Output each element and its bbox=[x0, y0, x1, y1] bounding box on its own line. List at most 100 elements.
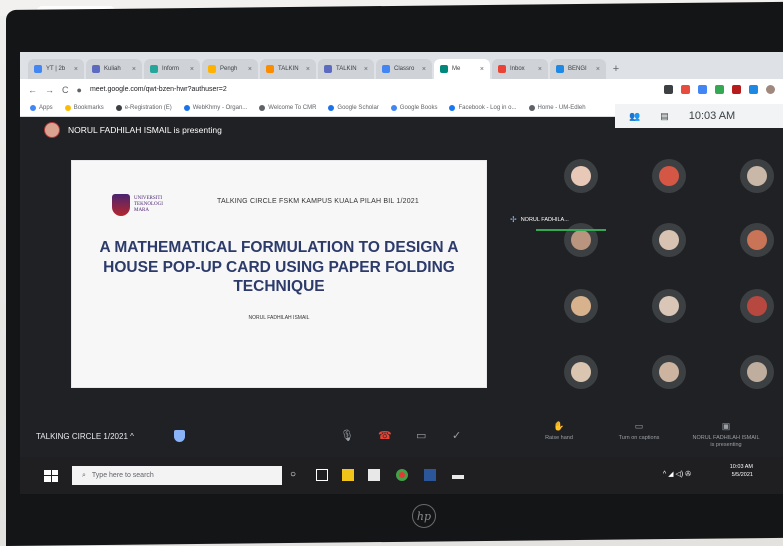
windows-taskbar: ⌕ Type here to search ○ ^ ◢ ◁) ✇ 10:03 A… bbox=[20, 457, 783, 494]
slide-author: NORUL FADHILAH ISMAIL bbox=[248, 315, 310, 321]
meet-top-bar: 👥 ▤ 10:03 AM bbox=[615, 104, 783, 128]
active-speaker-indicator bbox=[536, 229, 606, 231]
captions-button[interactable]: ▭ Turn on captions bbox=[608, 421, 670, 442]
cortana-icon[interactable]: ○ bbox=[290, 469, 302, 481]
system-tray-icons[interactable]: ^ ◢ ◁) ✇ bbox=[663, 470, 691, 478]
participant-tile[interactable] bbox=[652, 223, 686, 257]
taskbar-search[interactable]: ⌕ Type here to search bbox=[72, 466, 282, 485]
tray-clock[interactable]: 10:03 AM 5/5/2021 bbox=[730, 463, 753, 480]
store-icon[interactable] bbox=[368, 469, 380, 481]
hang-up-icon[interactable]: ☎ bbox=[378, 429, 392, 442]
favicon-icon bbox=[92, 65, 100, 73]
close-icon[interactable]: × bbox=[596, 66, 600, 73]
browser-tab[interactable]: Inbox × bbox=[492, 59, 548, 79]
close-icon[interactable]: × bbox=[132, 66, 136, 73]
url-field[interactable]: meet.google.com/qwt-bzen-hwr?authuser=2 bbox=[90, 86, 656, 93]
extension-icon[interactable] bbox=[732, 85, 741, 94]
close-icon[interactable]: × bbox=[480, 66, 484, 73]
clock: 10:03 AM bbox=[688, 110, 736, 122]
presenting-button[interactable]: ▣ NORUL FADHILAH ISMAIL is presenting bbox=[684, 421, 768, 449]
browser-tab[interactable]: Classro × bbox=[376, 59, 432, 79]
participant-tile[interactable] bbox=[652, 159, 686, 193]
close-icon[interactable]: × bbox=[248, 66, 252, 73]
browser-tab[interactable]: YT | 2b × bbox=[28, 59, 84, 79]
extension-icon[interactable] bbox=[681, 85, 690, 94]
participant-tile[interactable] bbox=[564, 159, 598, 193]
extension-icon[interactable] bbox=[698, 85, 707, 94]
slide-title: A MATHEMATICAL FORMULATION TO DESIGN A H… bbox=[99, 239, 459, 296]
bookmark-icon bbox=[115, 105, 122, 111]
app-icon[interactable] bbox=[452, 475, 464, 479]
extension-icon[interactable] bbox=[749, 85, 758, 94]
close-icon[interactable]: × bbox=[364, 66, 368, 73]
tab-label: Kuliah bbox=[104, 66, 121, 72]
task-view-icon[interactable] bbox=[316, 469, 328, 481]
bookmark-item[interactable]: WebKhmy - Organ... bbox=[183, 105, 247, 111]
bookmark-item[interactable]: Bookmarks bbox=[64, 105, 104, 111]
hp-logo: hp bbox=[412, 504, 436, 528]
bookmark-icon bbox=[64, 105, 71, 111]
pinned-participant-name: ✢ NORUL FADHILA... bbox=[510, 215, 569, 224]
participant-tile[interactable] bbox=[564, 289, 598, 323]
bookmark-item[interactable]: Facebook - Log in o... bbox=[449, 105, 517, 111]
favicon-icon bbox=[324, 65, 332, 73]
participant-tile[interactable] bbox=[740, 355, 774, 389]
participant-tile[interactable] bbox=[564, 355, 598, 389]
browser-tab[interactable]: TALKIN × bbox=[318, 59, 374, 79]
tab-label: Inform bbox=[162, 66, 180, 72]
bookmark-icon bbox=[390, 105, 397, 111]
slide-header: TALKING CIRCLE FSKM KAMPUS KUALA PILAH B… bbox=[217, 198, 419, 205]
participant-tile[interactable] bbox=[740, 223, 774, 257]
back-icon[interactable]: ← bbox=[28, 85, 37, 95]
meeting-details-button[interactable]: TALKING CIRCLE 1/2021 ^ bbox=[36, 432, 166, 441]
participant-avatar bbox=[747, 362, 767, 382]
close-icon[interactable]: × bbox=[74, 66, 78, 73]
bookmark-item[interactable]: Apps bbox=[30, 105, 53, 111]
participant-avatar bbox=[659, 230, 679, 250]
extension-icon[interactable] bbox=[664, 85, 673, 94]
laptop-screen: YT | 2b × Kuliah × Inform × Pengh × TALKIN × TALKI… bbox=[20, 52, 783, 494]
chat-icon[interactable]: ▤ bbox=[660, 111, 669, 122]
captions-icon: ▭ bbox=[634, 421, 644, 431]
people-icon[interactable]: 👥 bbox=[629, 111, 640, 122]
bookmark-item[interactable]: Home - UM-Edleh bbox=[528, 105, 586, 111]
browser-tab[interactable]: Kuliah × bbox=[86, 59, 142, 79]
browser-tab[interactable]: Inform × bbox=[144, 59, 200, 79]
browser-tab[interactable]: BENGI × bbox=[550, 59, 606, 79]
mic-icon[interactable]: 🎙 bbox=[340, 429, 354, 442]
pin-icon[interactable]: ✢ bbox=[510, 215, 517, 224]
extension-icon[interactable] bbox=[715, 85, 724, 94]
participant-tile[interactable] bbox=[652, 355, 686, 389]
browser-tab[interactable]: Me × bbox=[434, 59, 490, 79]
participant-avatar bbox=[747, 230, 767, 250]
search-icon: ⌕ bbox=[82, 471, 86, 479]
close-icon[interactable]: × bbox=[306, 66, 310, 73]
more-icon[interactable]: ✓ bbox=[452, 429, 461, 442]
profile-avatar[interactable] bbox=[766, 85, 775, 94]
reload-icon[interactable]: C bbox=[62, 85, 69, 95]
participant-avatar bbox=[571, 296, 591, 316]
close-icon[interactable]: × bbox=[538, 66, 542, 73]
participant-avatar bbox=[571, 230, 591, 250]
windows-start-icon[interactable] bbox=[44, 469, 58, 482]
close-icon[interactable]: × bbox=[422, 66, 426, 73]
shield-icon[interactable] bbox=[174, 430, 185, 442]
file-explorer-icon[interactable] bbox=[342, 469, 354, 481]
forward-icon[interactable]: → bbox=[45, 85, 54, 95]
chrome-icon[interactable] bbox=[396, 469, 408, 481]
browser-tab[interactable]: Pengh × bbox=[202, 59, 258, 79]
bookmark-item[interactable]: Welcome To CMR bbox=[259, 105, 316, 111]
close-icon[interactable]: × bbox=[190, 66, 194, 73]
word-icon[interactable] bbox=[424, 469, 436, 481]
bookmark-item[interactable]: e-Registration (E) bbox=[115, 105, 172, 111]
participant-tile[interactable] bbox=[740, 159, 774, 193]
camera-icon[interactable]: ▭ bbox=[416, 429, 426, 442]
bookmark-item[interactable]: Google Books bbox=[390, 105, 437, 111]
raise-hand-button[interactable]: ✋ Raise hand bbox=[536, 421, 582, 442]
participant-avatar bbox=[659, 296, 679, 316]
participant-tile[interactable] bbox=[652, 289, 686, 323]
participant-tile[interactable] bbox=[740, 289, 774, 323]
bookmark-item[interactable]: Google Scholar bbox=[328, 105, 379, 111]
browser-tab[interactable]: TALKIN × bbox=[260, 59, 316, 79]
new-tab-button[interactable]: + bbox=[608, 59, 624, 79]
